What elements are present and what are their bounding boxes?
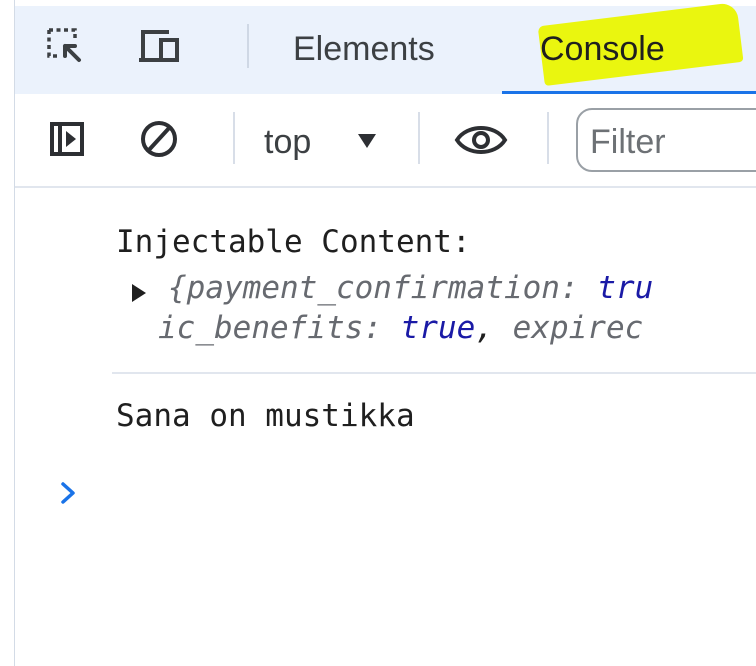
filter-input[interactable]: Filter <box>576 108 756 172</box>
toolbar-divider <box>547 112 549 164</box>
sidebar-toggle-icon[interactable] <box>46 118 90 162</box>
object-key: ic_benefits <box>158 310 364 346</box>
object-open-brace: { <box>168 270 187 306</box>
chevron-right-icon[interactable] <box>57 478 81 508</box>
filter-placeholder: Filter <box>590 123 666 161</box>
object-preview-line[interactable]: {payment_confirmation: tru <box>168 268 653 308</box>
context-selector[interactable]: top <box>264 122 311 162</box>
object-comma: , <box>475 310 513 346</box>
tab-elements[interactable]: Elements <box>293 28 435 70</box>
console-log-message: Sana on mustikka <box>116 398 415 434</box>
object-value: tru <box>597 270 654 306</box>
devtools-tab-bar: Elements Console <box>15 2 756 94</box>
tab-console[interactable]: Console <box>540 28 665 70</box>
object-preview-line[interactable]: ic_benefits: true, expirec <box>158 308 643 348</box>
devtools-panel: Elements Console top Filter Injectable C… <box>0 0 756 666</box>
device-toggle-icon[interactable] <box>139 26 179 66</box>
object-key: payment_confirmation <box>186 270 560 306</box>
inspect-element-icon[interactable] <box>45 26 85 66</box>
expand-triangle-icon[interactable] <box>132 284 146 302</box>
clear-console-icon[interactable] <box>139 118 183 162</box>
message-divider <box>112 372 756 374</box>
object-value: true <box>400 310 476 346</box>
toolbar-divider <box>418 112 420 164</box>
tab-bar-divider <box>247 24 249 68</box>
object-separator: : <box>363 310 401 346</box>
context-dropdown-arrow-icon[interactable] <box>358 134 376 148</box>
live-expression-icon[interactable] <box>453 118 509 162</box>
object-separator: : <box>559 270 598 306</box>
object-key: expirec <box>512 310 644 346</box>
console-toolbar: top Filter <box>15 94 756 188</box>
console-output: Injectable Content: {payment_confirmatio… <box>15 188 756 666</box>
console-message-label: Injectable Content: <box>116 224 471 260</box>
toolbar-divider <box>233 112 235 164</box>
